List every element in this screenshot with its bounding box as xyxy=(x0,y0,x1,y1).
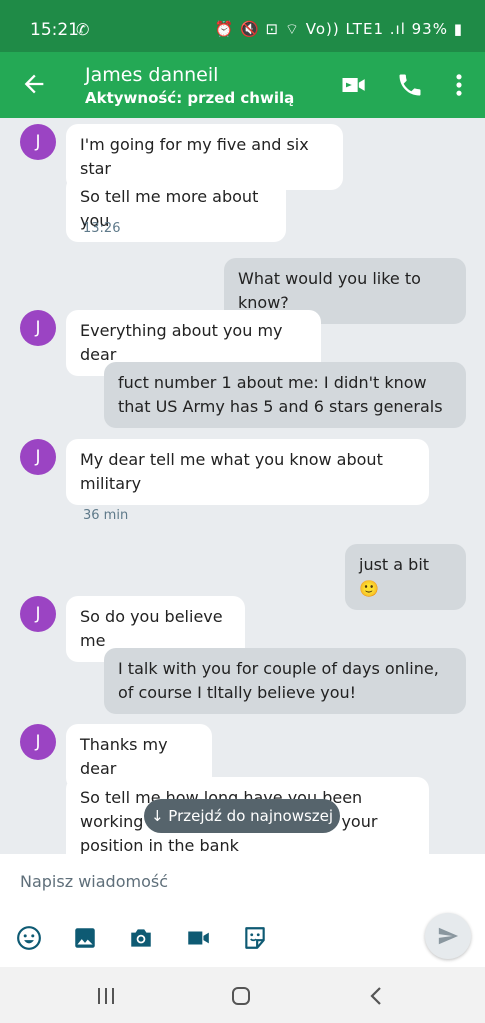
recent-apps-icon[interactable] xyxy=(94,984,118,1008)
camera-icon[interactable] xyxy=(128,925,154,951)
avatar[interactable]: J xyxy=(20,724,56,760)
app-bar: James danneil Aktywność: przed chwilą xyxy=(0,52,485,118)
emoji-icon[interactable] xyxy=(16,925,42,951)
contact-name[interactable]: James danneil xyxy=(85,64,218,86)
send-icon xyxy=(438,927,459,945)
message-timestamp: 36 min xyxy=(83,508,129,523)
video-call-icon[interactable] xyxy=(339,71,367,99)
avatar[interactable]: J xyxy=(20,310,56,346)
message-input[interactable]: Napisz wiadomość xyxy=(20,872,168,891)
back-arrow-icon[interactable] xyxy=(20,70,48,98)
chat-area[interactable]: J I'm going for my five and six star So … xyxy=(0,118,485,854)
outgoing-message[interactable]: just a bit 🙂 xyxy=(345,544,466,610)
sticker-icon[interactable] xyxy=(242,925,268,951)
activity-status: Aktywność: przed chwilą xyxy=(85,89,295,107)
call-forward-icon: ✆ xyxy=(76,20,90,39)
gallery-icon[interactable] xyxy=(72,925,98,951)
avatar[interactable]: J xyxy=(20,124,56,160)
avatar[interactable]: J xyxy=(20,439,56,475)
home-icon[interactable] xyxy=(229,984,253,1008)
avatar[interactable]: J xyxy=(20,596,56,632)
status-bar: 15:21 ✆ ⏰ 🔇 ⊡ ⌔ Vo)) LTE1 .ıl 93% ▮ xyxy=(0,0,485,52)
incoming-message[interactable]: My dear tell me what you know about mili… xyxy=(66,439,429,505)
message-composer: Napisz wiadomość xyxy=(0,854,485,967)
more-options-icon[interactable] xyxy=(445,71,473,99)
send-button[interactable] xyxy=(425,913,471,959)
status-icons: ⏰ 🔇 ⊡ ⌔ Vo)) LTE1 .ıl 93% ▮ xyxy=(214,20,463,38)
back-nav-icon[interactable] xyxy=(365,984,389,1008)
status-time: 15:21 xyxy=(30,20,79,40)
video-icon[interactable] xyxy=(185,925,211,951)
outgoing-message[interactable]: I talk with you for couple of days onlin… xyxy=(104,648,466,714)
system-nav-bar xyxy=(0,967,485,1023)
jump-to-newest-button[interactable]: ↓ Przejdź do najnowszej xyxy=(144,799,340,833)
message-timestamp: 13:26 xyxy=(83,221,121,236)
phone-call-icon[interactable] xyxy=(396,71,424,99)
outgoing-message[interactable]: fuct number 1 about me: I didn't know th… xyxy=(104,362,466,428)
